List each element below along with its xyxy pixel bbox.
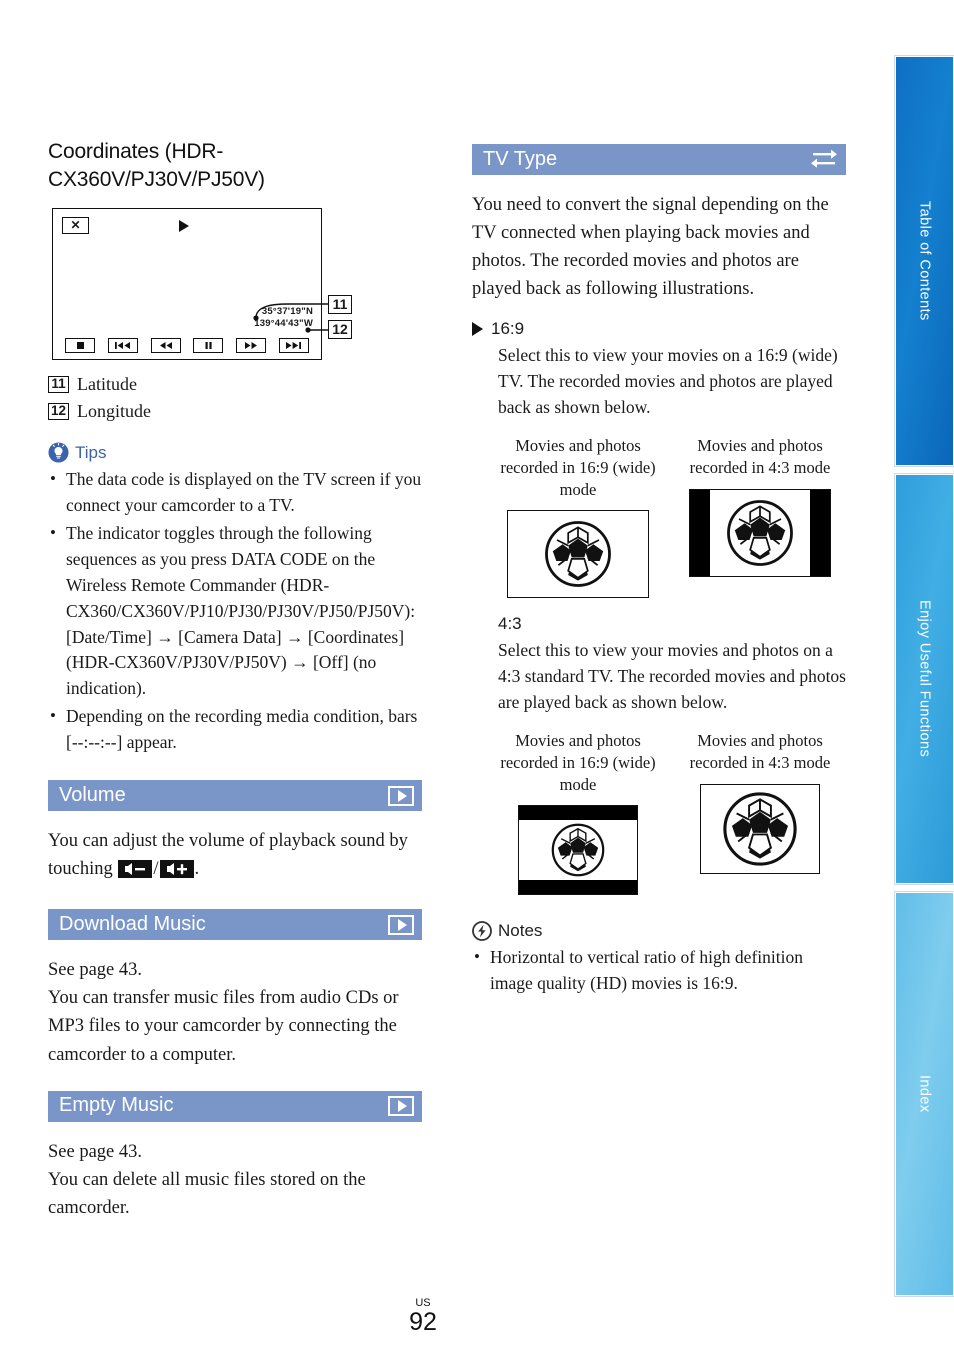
letterbox-bar-bottom xyxy=(519,880,637,895)
close-icon: ✕ xyxy=(62,216,89,234)
camcorder-screen-figure: ✕ 35°37'19"N 139°44'43"W 11 12 xyxy=(52,207,352,360)
sidebar-tab-index[interactable]: Index xyxy=(895,892,954,1296)
empty-music-description: See page 43. You can delete all music fi… xyxy=(48,1141,366,1218)
lightbulb-icon xyxy=(48,442,69,463)
section-title: TV Type xyxy=(483,147,558,170)
tv-figure: Movies and photos recorded in 4:3 mode xyxy=(680,730,840,895)
sidebar-tab-label: Enjoy Useful Functions xyxy=(916,600,933,758)
swap-arrows-icon xyxy=(810,146,838,173)
sidebar-tab-label: Table of Contents xyxy=(916,201,933,321)
rewind-button-icon xyxy=(150,337,181,353)
option-description-16-9: Select this to view your movies on a 16:… xyxy=(498,345,838,418)
letterbox-bar-top xyxy=(519,806,637,821)
section-title: Volume xyxy=(59,783,126,806)
play-icon xyxy=(388,1096,414,1117)
tv-figure-caption: Movies and photos recorded in 4:3 mode xyxy=(689,731,831,772)
section-title: Empty Music xyxy=(59,1094,174,1117)
section-header-empty-music: Empty Music xyxy=(48,1090,422,1122)
page-footer: US 92 xyxy=(0,1298,846,1335)
volume-icon-separator: / xyxy=(153,859,159,880)
sidebar-tab-label: Index xyxy=(916,1075,933,1113)
legend-label: Latitude xyxy=(77,373,137,394)
page-number: 92 xyxy=(409,1308,437,1336)
tv-figure: Movies and photos recorded in 16:9 (wide… xyxy=(498,435,658,599)
right-column: TV Type You need to convert the signal d… xyxy=(472,138,846,999)
option-description-4-3: Select this to view your movies and phot… xyxy=(498,640,846,713)
tv-figure-caption: Movies and photos recorded in 16:9 (wide… xyxy=(500,436,656,499)
tv-figure-caption: Movies and photos recorded in 16:9 (wide… xyxy=(500,731,656,794)
notes-label: Notes xyxy=(498,921,543,941)
left-column: Coordinates (HDR-CX360V/PJ30V/PJ50V) ✕ 3… xyxy=(48,138,422,1236)
section-header-download-music: Download Music xyxy=(48,909,422,941)
volume-text-after: . xyxy=(194,859,200,880)
manual-page: Coordinates (HDR-CX360V/PJ30V/PJ50V) ✕ 3… xyxy=(0,0,954,1357)
tips-item: The indicator toggles through the follow… xyxy=(48,520,422,702)
legend-number: 12 xyxy=(48,403,70,421)
option-heading-16-9: 16:9 xyxy=(472,319,846,339)
section-header-volume: Volume xyxy=(48,780,422,812)
tv-figure-pair-16-9: Movies and photos recorded in 16:9 (wide… xyxy=(472,435,846,599)
callout-12-box: 12 xyxy=(328,319,352,339)
legend-item-longitude: 12 Longitude xyxy=(48,399,422,424)
soccer-ball-icon xyxy=(551,824,605,877)
tv-frame-wide-full xyxy=(507,510,649,599)
playback-control-bar xyxy=(53,337,321,353)
sidebar-tab-enjoy-useful-functions[interactable]: Enjoy Useful Functions xyxy=(895,474,954,884)
play-icon xyxy=(388,914,414,935)
soccer-ball-icon xyxy=(723,791,797,866)
lightning-bolt-icon xyxy=(472,921,492,942)
volume-down-icon xyxy=(118,859,153,887)
download-music-description: See page 43. You can transfer music file… xyxy=(48,960,399,1065)
next-button-icon xyxy=(278,337,309,353)
soccer-ball-icon xyxy=(545,521,611,588)
pillarbox-bar-right xyxy=(810,489,830,576)
legend-number: 11 xyxy=(48,375,69,393)
stop-button-icon xyxy=(65,337,96,353)
option-heading-4-3: 4:3 xyxy=(472,614,846,634)
notes-header: Notes xyxy=(472,921,846,942)
tv-frame-standard-full xyxy=(700,783,820,874)
previous-button-icon xyxy=(107,337,138,353)
page-title: Coordinates (HDR-CX360V/PJ30V/PJ50V) xyxy=(48,140,265,191)
tips-header: Tips xyxy=(48,442,422,463)
legend-label: Longitude xyxy=(77,401,152,422)
notes-item: Horizontal to vertical ratio of high def… xyxy=(472,944,846,997)
sidebar-tab-table-of-contents[interactable]: Table of Contents xyxy=(895,56,954,466)
tips-list: The data code is displayed on the TV scr… xyxy=(48,466,422,756)
tips-item: Depending on the recording media conditi… xyxy=(48,703,422,756)
pillarbox-bar-left xyxy=(690,489,710,576)
tv-figure-pair-4-3: Movies and photos recorded in 16:9 (wide… xyxy=(472,730,846,896)
tv-frame-wide-pillarbox xyxy=(689,488,831,577)
soccer-ball-icon xyxy=(727,499,793,566)
notes-list: Horizontal to vertical ratio of high def… xyxy=(472,944,846,997)
tv-figure: Movies and photos recorded in 16:9 (wide… xyxy=(498,730,658,896)
triangle-marker-icon xyxy=(472,322,483,337)
callout-11-box: 11 xyxy=(328,294,352,314)
volume-up-icon xyxy=(159,859,194,887)
option-name: 4:3 xyxy=(498,614,522,634)
tv-figure: Movies and photos recorded in 4:3 mode xyxy=(680,435,840,598)
fast-forward-button-icon xyxy=(235,337,266,353)
play-indicator-icon xyxy=(179,219,189,232)
volume-description: You can adjust the volume of playback so… xyxy=(48,827,422,887)
section-header-tv-type: TV Type xyxy=(472,144,846,175)
tips-label: Tips xyxy=(75,442,107,462)
side-tab-navigation: Table of Contents Enjoy Useful Functions… xyxy=(890,56,954,1296)
pause-button-icon xyxy=(193,337,224,353)
option-name: 16:9 xyxy=(491,319,525,339)
play-icon xyxy=(388,785,414,806)
volume-text-before: You can adjust the volume of playback so… xyxy=(48,831,408,880)
tv-figure-caption: Movies and photos recorded in 4:3 mode xyxy=(689,436,831,477)
tips-item: The data code is displayed on the TV scr… xyxy=(48,466,422,519)
tv-frame-standard-letterbox xyxy=(518,805,638,896)
tv-type-intro: You need to convert the signal depending… xyxy=(472,195,829,300)
section-title: Download Music xyxy=(59,912,206,935)
legend-item-latitude: 11 Latitude xyxy=(48,372,422,397)
